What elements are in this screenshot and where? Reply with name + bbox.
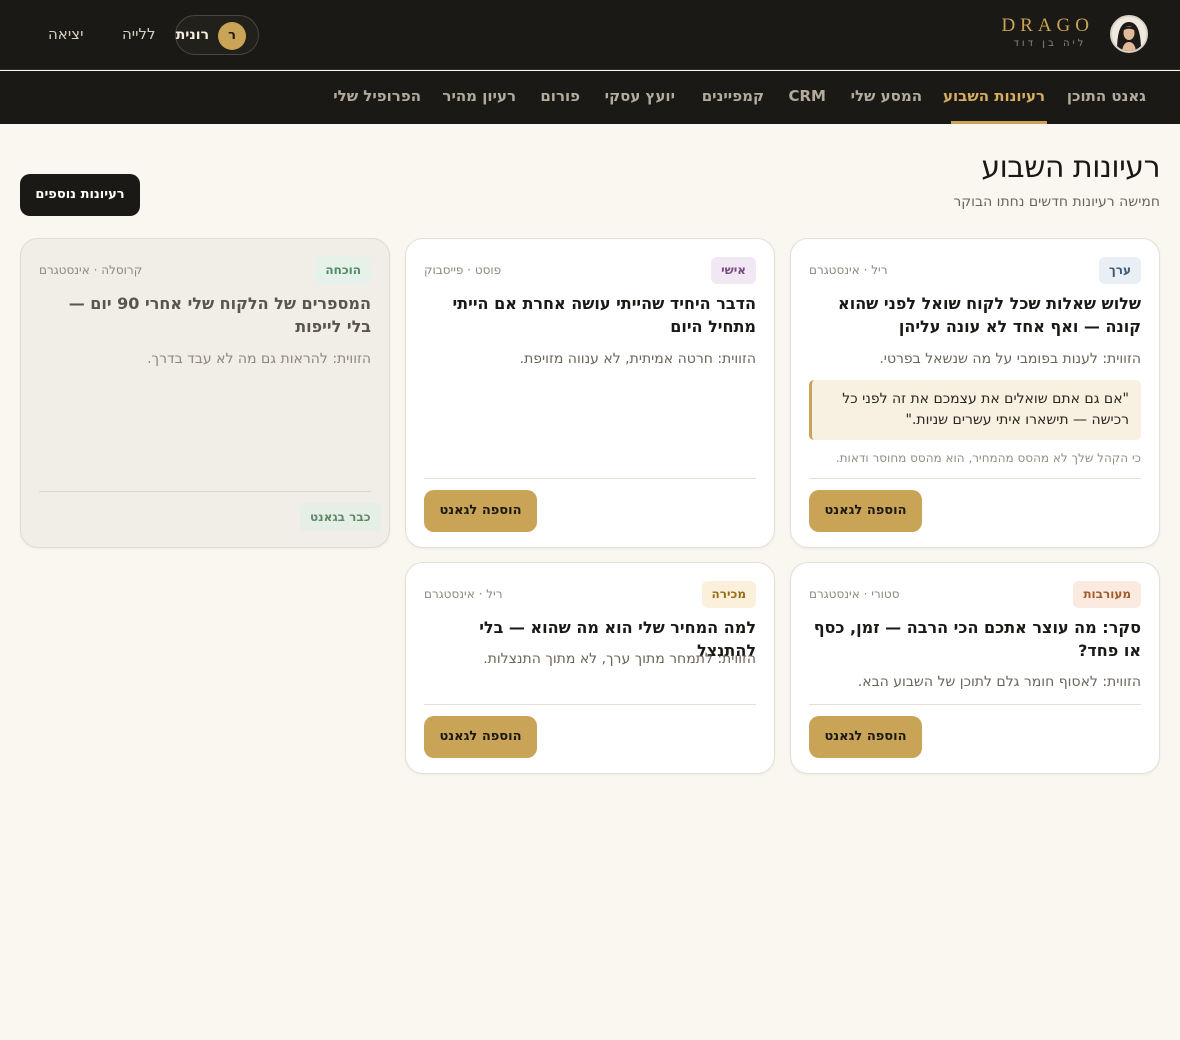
logout-button[interactable]: יציאה [48,25,83,43]
user-menu[interactable]: ר רונית [175,15,259,55]
idea-angle: הזווית: חרטה אמיתית, לא ענווה מזויפת. [519,351,756,367]
idea-card: מכירה ריל · אינסטגרם למה המחיר שלי הוא מ… [405,562,775,774]
card-divider [809,704,1141,705]
tab-crm[interactable]: CRM [789,71,827,124]
user-initial-badge: ר [218,22,246,50]
tab-business-advisor[interactable]: יועץ עסקי [605,71,675,124]
card-divider [809,478,1141,479]
idea-title: שלוש שאלות שכל לקוח שואל לפני שהוא קונה … [838,294,1141,336]
add-to-gantt-button[interactable]: הוספה לגאנט [809,490,922,532]
active-tab-indicator [951,121,1047,124]
top-bar: DRAGO ליה בן דוד ר רונית ללייה יציאה [0,0,1180,70]
idea-title: סקר: מה עוצר אתכם הכי הרבה — זמן, כסף או… [813,618,1141,660]
idea-title: הדבר היחיד שהייתי עושה אחרת אם הייתי מתח… [452,294,756,336]
main-nav: גאנט התוכן רעיונות השבוע המסע שלי CRM קמ… [0,71,1180,124]
night-mode-button[interactable]: ללייה [122,25,156,43]
avatar-image [1112,17,1146,51]
idea-card: ערך ריל · אינסטגרם שלוש שאלות שכל לקוח ש… [790,238,1160,548]
card-divider [424,478,756,479]
tab-content-gantt[interactable]: גאנט התוכן [1067,71,1146,124]
add-to-gantt-button[interactable]: הוספה לגאנט [424,716,537,758]
idea-angle: הזווית: לתמחר מתוך ערך, לא מתוך התנצלות. [483,651,756,667]
page-subtitle: חמישה רעיונות חדשים נחתו הבוקר [953,194,1160,210]
idea-angle: הזווית: לענות בפומבי על מה שנשאל בפרטי. [879,351,1141,367]
idea-angle: הזווית: לאסוף חומר גלם לתוכן של השבוע הב… [857,674,1141,690]
format-meta: פוסט · פייסבוק [424,263,502,277]
category-tag: ערך [1098,257,1141,284]
tab-weekly-ideas[interactable]: רעיונות השבוע [943,71,1045,124]
card-divider [39,491,371,492]
category-tag: מכירה [701,581,756,608]
tab-my-journey[interactable]: המסע שלי [851,71,922,124]
add-to-gantt-button[interactable]: הוספה לגאנט [424,490,537,532]
idea-card: מעורבות סטורי · אינסטגרם סקר: מה עוצר את… [790,562,1160,774]
tab-my-profile[interactable]: הפרופיל שלי [333,71,421,124]
add-to-gantt-button[interactable]: הוספה לגאנט [809,716,922,758]
format-meta: ריל · אינסטגרם [809,263,888,277]
category-tag: הוכחה [315,257,371,284]
idea-title: המספרים של הלקוח שלי אחרי 90 יום — בלי ל… [68,294,371,336]
idea-note: כי הקהל שלך לא מהסס מהמחיר, הוא מהסס מחו… [835,451,1141,465]
category-tag: אישי [711,257,756,284]
hook-quote: "אם גם אתם שואלים את עצמכם את זה לפני כל… [809,380,1141,440]
brand-subtitle: ליה בן דוד [1013,38,1087,49]
idea-card: אישי פוסט · פייסבוק הדבר היחיד שהייתי עו… [405,238,775,548]
format-meta: ריל · אינסטגרם [424,587,503,601]
format-meta: קרוסלה · אינסטגרם [39,263,143,277]
card-divider [424,704,756,705]
tab-quick-idea[interactable]: רעיון מהיר [442,71,516,124]
idea-card: הוכחה קרוסלה · אינסטגרם המספרים של הלקוח… [20,238,390,548]
tab-campaigns[interactable]: קמפיינים [702,71,764,124]
more-ideas-button[interactable]: רעיונות נוספים [20,174,140,216]
category-tag: מעורבות [1073,581,1141,608]
brand-name: DRAGO [1001,15,1094,36]
idea-angle: הזווית: להראות גם מה לא עבד בדרך. [147,351,371,367]
format-meta: סטורי · אינסטגרם [809,587,900,601]
avatar[interactable] [1110,15,1148,53]
tab-forum[interactable]: פורום [540,71,580,124]
brand: DRAGO ליה בן דוד [1001,15,1094,49]
user-name: רונית [175,27,209,43]
already-in-gantt-badge: כבר בגאנט [300,503,381,531]
page-title: רעיונות השבוע [981,150,1160,185]
